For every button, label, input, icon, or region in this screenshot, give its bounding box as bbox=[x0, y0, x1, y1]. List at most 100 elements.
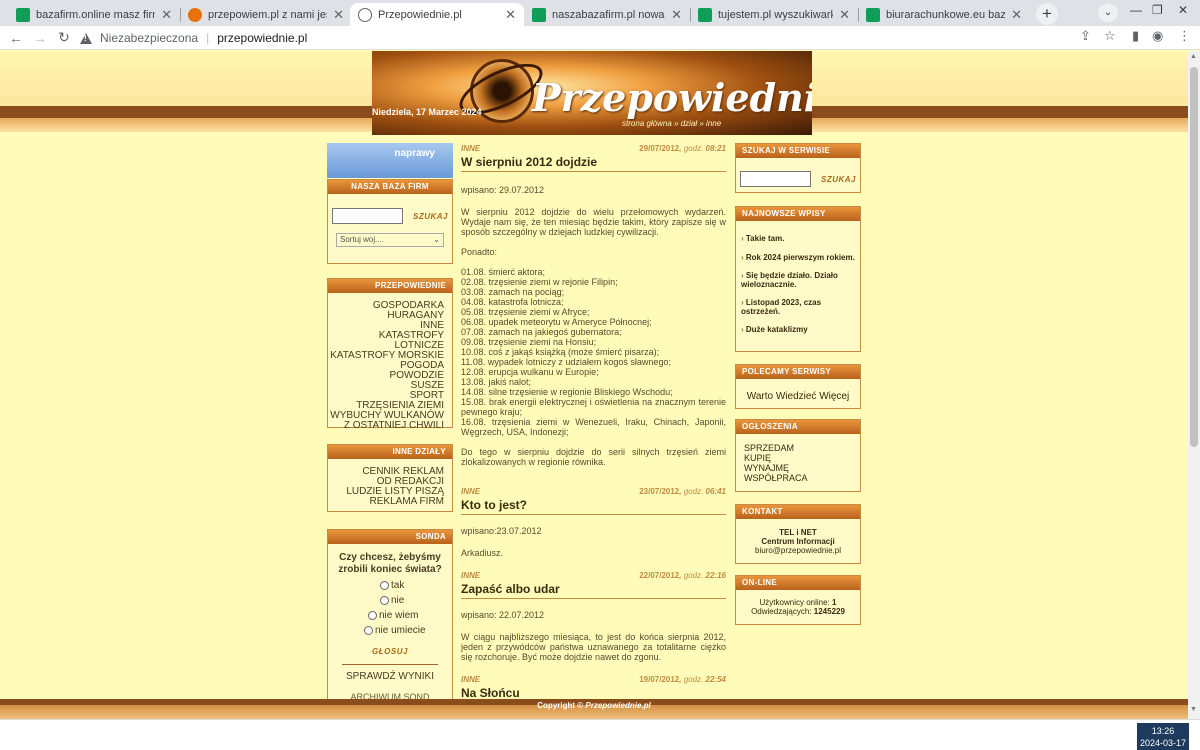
sonda-box: SONDA Czy chcesz, żebyśmy zrobili koniec… bbox=[327, 529, 453, 719]
article-category[interactable]: INNE bbox=[461, 487, 480, 496]
poll-option[interactable]: nie wiem bbox=[368, 610, 452, 621]
news-link[interactable]: Duże kataklizmy bbox=[736, 325, 860, 334]
contact-info: TEL i NET Centrum Informacji biuro@przep… bbox=[736, 519, 860, 555]
close-icon[interactable]: ✕ bbox=[671, 7, 682, 23]
radio-button[interactable] bbox=[380, 581, 389, 590]
close-icon[interactable]: ✕ bbox=[333, 7, 344, 23]
tab-naszabazafirm[interactable]: naszabazafirm.pl nowa wyszukiw ✕ bbox=[524, 3, 690, 26]
radio-button[interactable] bbox=[368, 611, 377, 620]
tab-tujestem[interactable]: tujestem.pl wyszukiwarka naj ✕ bbox=[690, 3, 858, 26]
sidebar-icon[interactable]: ▮ bbox=[1132, 28, 1139, 44]
current-date: Niedziela, 17 Marzec 2024 bbox=[372, 107, 482, 117]
new-tab-button[interactable]: + bbox=[1036, 3, 1058, 25]
close-icon[interactable]: ✕ bbox=[505, 7, 516, 23]
szukaj-box: SZUKAJ W SERWISIE SZUKAJ bbox=[735, 143, 861, 193]
przepowiednie-box: PRZEPOWIEDNIE GOSPODARKA HURAGANY INNE K… bbox=[327, 278, 453, 431]
article-posted: wpisano:23.07.2012 bbox=[461, 526, 542, 536]
article-paragraph: W ciągu najbliższego miesiąca, to jest d… bbox=[461, 632, 726, 662]
back-arrow-icon[interactable]: ← bbox=[4, 30, 28, 46]
tab-biurarachunkowe[interactable]: biurarachunkowe.eu baza firm ks ✕ bbox=[858, 3, 1030, 26]
recommended-link[interactable]: Warto Wiedzieć Więcej bbox=[736, 391, 860, 402]
poll-option[interactable]: tak bbox=[368, 580, 452, 591]
category-link[interactable]: KATASTROFY LOTNICZE bbox=[328, 331, 444, 351]
ads-link[interactable]: WYNAJMĘ bbox=[744, 463, 860, 473]
box-title: PRZEPOWIEDNIE bbox=[328, 279, 452, 293]
news-link[interactable]: Listopad 2023, czas ostrzeżeń. bbox=[736, 298, 860, 316]
contact-email[interactable]: biuro@przepowiednie.pl bbox=[736, 546, 860, 555]
article-category[interactable]: INNE bbox=[461, 144, 480, 153]
tab-search-button[interactable]: ⌄ bbox=[1098, 4, 1118, 22]
inne-list: CENNIK REKLAM OD REDAKCJI LUDZIE LISTY P… bbox=[328, 459, 452, 507]
site-title[interactable]: Przepowiednie bbox=[532, 75, 812, 120]
box-title: POLECAMY SERWISY bbox=[736, 365, 860, 379]
article-meta: INNE 22/07/2012, godz. 22:16 bbox=[461, 571, 726, 580]
article-godz: godz. bbox=[683, 571, 704, 580]
divider bbox=[342, 664, 438, 665]
tab-label: biurarachunkowe.eu baza firm ks bbox=[886, 8, 1006, 21]
poll-option-label: tak bbox=[391, 580, 405, 591]
poll-results-link[interactable]: SPRAWDŹ WYNIKI bbox=[328, 671, 452, 682]
najnowsze-box: NAJNOWSZE WPISY Takie tam. Rok 2024 pier… bbox=[735, 206, 861, 352]
site-search-button[interactable]: SZUKAJ bbox=[821, 175, 856, 184]
close-icon[interactable]: ✕ bbox=[1011, 7, 1022, 23]
scroll-down-icon[interactable]: ▼ bbox=[1190, 706, 1197, 713]
tab-bazafirm[interactable]: bazafirm.online masz firmę kup w ✕ bbox=[8, 3, 180, 26]
online-users-count: 1 bbox=[832, 598, 837, 607]
tab-przepowiednie[interactable]: Przepowiednie.pl ✕ bbox=[350, 3, 524, 26]
warning-icon bbox=[80, 32, 92, 44]
radio-button[interactable] bbox=[380, 596, 389, 605]
news-list: Takie tam. Rok 2024 pierwszym rokiem. Si… bbox=[736, 221, 860, 334]
vote-button[interactable]: GŁOSUJ bbox=[328, 647, 452, 656]
firm-search-button[interactable]: SZUKAJ bbox=[413, 212, 448, 221]
article-category[interactable]: INNE bbox=[461, 675, 480, 684]
news-link[interactable]: Się będzie działo. Działo wieloznacznie. bbox=[736, 271, 860, 289]
poll-option[interactable]: nie umiecie bbox=[364, 625, 452, 636]
kontakt-box: KONTAKT TEL i NET Centrum Informacji biu… bbox=[735, 504, 861, 564]
polecamy-box: POLECAMY SERWISY Warto Wiedzieć Więcej bbox=[735, 364, 861, 409]
restore-icon[interactable]: ❐ bbox=[1152, 3, 1163, 17]
naprawy-banner[interactable]: naprawy bbox=[327, 143, 453, 178]
close-icon[interactable]: ✕ bbox=[839, 7, 850, 23]
share-icon[interactable]: ⇪ bbox=[1080, 28, 1091, 44]
poll-option-label: nie wiem bbox=[379, 610, 419, 621]
article-title[interactable]: W sierpniu 2012 dojdzie bbox=[461, 154, 726, 172]
article-title[interactable]: Zapaść albo udar bbox=[461, 581, 726, 599]
region-select[interactable]: Sortuj woj.... ⌄ bbox=[336, 233, 444, 247]
taskbar-clock[interactable]: 13:26 2024-03-17 bbox=[1137, 723, 1189, 750]
firm-search-input[interactable] bbox=[332, 208, 403, 224]
article-time: 22:16 bbox=[705, 571, 726, 580]
close-icon[interactable]: ✕ bbox=[161, 7, 172, 23]
copyright-site[interactable]: Przepowiednie.pl bbox=[585, 701, 650, 710]
bookmark-star-icon[interactable]: ☆ bbox=[1104, 28, 1116, 44]
profile-avatar-icon[interactable]: ◉ bbox=[1152, 28, 1163, 44]
inne-link[interactable]: REKLAMA FIRM bbox=[328, 497, 444, 507]
orange-flame-icon bbox=[188, 7, 202, 22]
scrollbar[interactable]: ▲ ▼ bbox=[1188, 51, 1200, 719]
scroll-thumb[interactable] bbox=[1190, 67, 1198, 447]
reload-icon[interactable]: ↻ bbox=[52, 29, 76, 46]
address-bar[interactable]: Niezabezpieczona | przepowiednie.pl bbox=[80, 27, 307, 49]
article-title[interactable]: Kto to jest? bbox=[461, 497, 726, 515]
article: INNE 22/07/2012, godz. 22:16 Zapaść albo… bbox=[461, 571, 726, 662]
news-link[interactable]: Takie tam. bbox=[736, 234, 860, 243]
contact-line: Centrum Informacji bbox=[761, 537, 835, 546]
radio-button[interactable] bbox=[364, 626, 373, 635]
menu-dots-icon[interactable]: ⋮ bbox=[1178, 28, 1191, 44]
breadcrumb[interactable]: strona główna » dział » inne bbox=[622, 119, 721, 128]
box-title: NAJNOWSZE WPISY bbox=[736, 207, 860, 221]
site-search-input[interactable] bbox=[740, 171, 811, 187]
article-category[interactable]: INNE bbox=[461, 571, 480, 580]
ads-link[interactable]: WSPÓŁPRACA bbox=[744, 473, 860, 483]
scroll-up-icon[interactable]: ▲ bbox=[1190, 53, 1197, 60]
forward-arrow-icon[interactable]: → bbox=[28, 30, 52, 46]
minimize-icon[interactable]: — bbox=[1130, 3, 1142, 17]
tab-przepowiem[interactable]: przepowiem.pl z nami jesteś zna ✕ bbox=[180, 3, 352, 26]
page-viewport: Przepowiednie strona główna » dział » in… bbox=[0, 51, 1188, 719]
close-window-icon[interactable]: ✕ bbox=[1178, 3, 1188, 17]
poll-option[interactable]: nie bbox=[368, 595, 452, 606]
ads-link[interactable]: SPRZEDAM bbox=[744, 443, 860, 453]
ads-link[interactable]: KUPIĘ bbox=[744, 453, 860, 463]
category-link[interactable]: Z OSTATNIEJ CHWILI bbox=[328, 421, 444, 431]
news-link[interactable]: Rok 2024 pierwszym rokiem. bbox=[736, 253, 860, 262]
ogloszenia-box: OGŁOSZENIA SPRZEDAM KUPIĘ WYNAJMĘ WSPÓŁP… bbox=[735, 419, 861, 492]
